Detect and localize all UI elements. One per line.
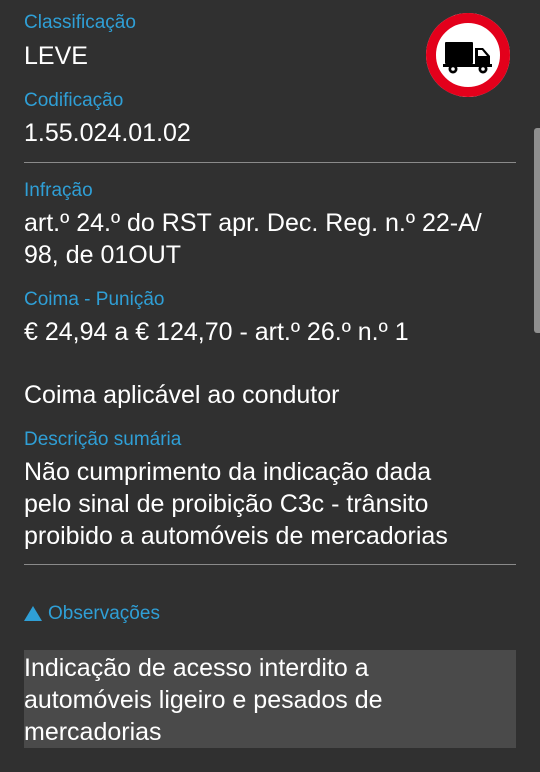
observacoes-line-1: Indicação de acesso interdito a	[24, 654, 369, 682]
infracao-line-2: 98, de 01OUT	[24, 241, 182, 269]
classificacao-label: Classificação	[24, 12, 136, 33]
observacoes-line-2: automóveis ligeiro e pesados de	[24, 686, 383, 714]
codificacao-label: Codificação	[24, 90, 124, 111]
infracao-line-1: art.º 24.º do RST apr. Dec. Reg. n.º 22-…	[24, 209, 482, 237]
classificacao-value: LEVE	[24, 42, 88, 70]
divider	[24, 564, 516, 565]
codificacao-value: 1.55.024.01.02	[24, 119, 191, 147]
coima-label: Coima - Punição	[24, 289, 165, 310]
descricao-line-1: Não cumprimento da indicação dada	[24, 458, 432, 486]
coima-value: € 24,94 a € 124,70 - art.º 26.º n.º 1	[24, 318, 409, 346]
coima-applicable-text: Coima aplicável ao condutor	[24, 381, 340, 409]
observacoes-label: Observações	[48, 603, 160, 624]
descricao-label: Descrição sumária	[24, 429, 182, 450]
infracao-label: Infração	[24, 180, 93, 201]
descricao-line-3: proibido a automóveis de mercadorias	[24, 522, 448, 550]
truck-prohibition-sign-icon	[426, 13, 510, 97]
divider	[24, 162, 516, 163]
triangle-up-icon	[24, 605, 42, 621]
observacoes-line-3: mercadorias	[24, 718, 162, 746]
offense-detail-screen: Classificação LEVE Codificação 1.55.024.…	[0, 0, 540, 772]
observacoes-toggle[interactable]: Observações	[24, 602, 160, 626]
descricao-line-2: pelo sinal de proibição C3c - trânsito	[24, 490, 429, 518]
observacoes-panel: Indicação de acesso interdito a automóve…	[24, 650, 516, 748]
scrollbar[interactable]	[534, 128, 540, 333]
